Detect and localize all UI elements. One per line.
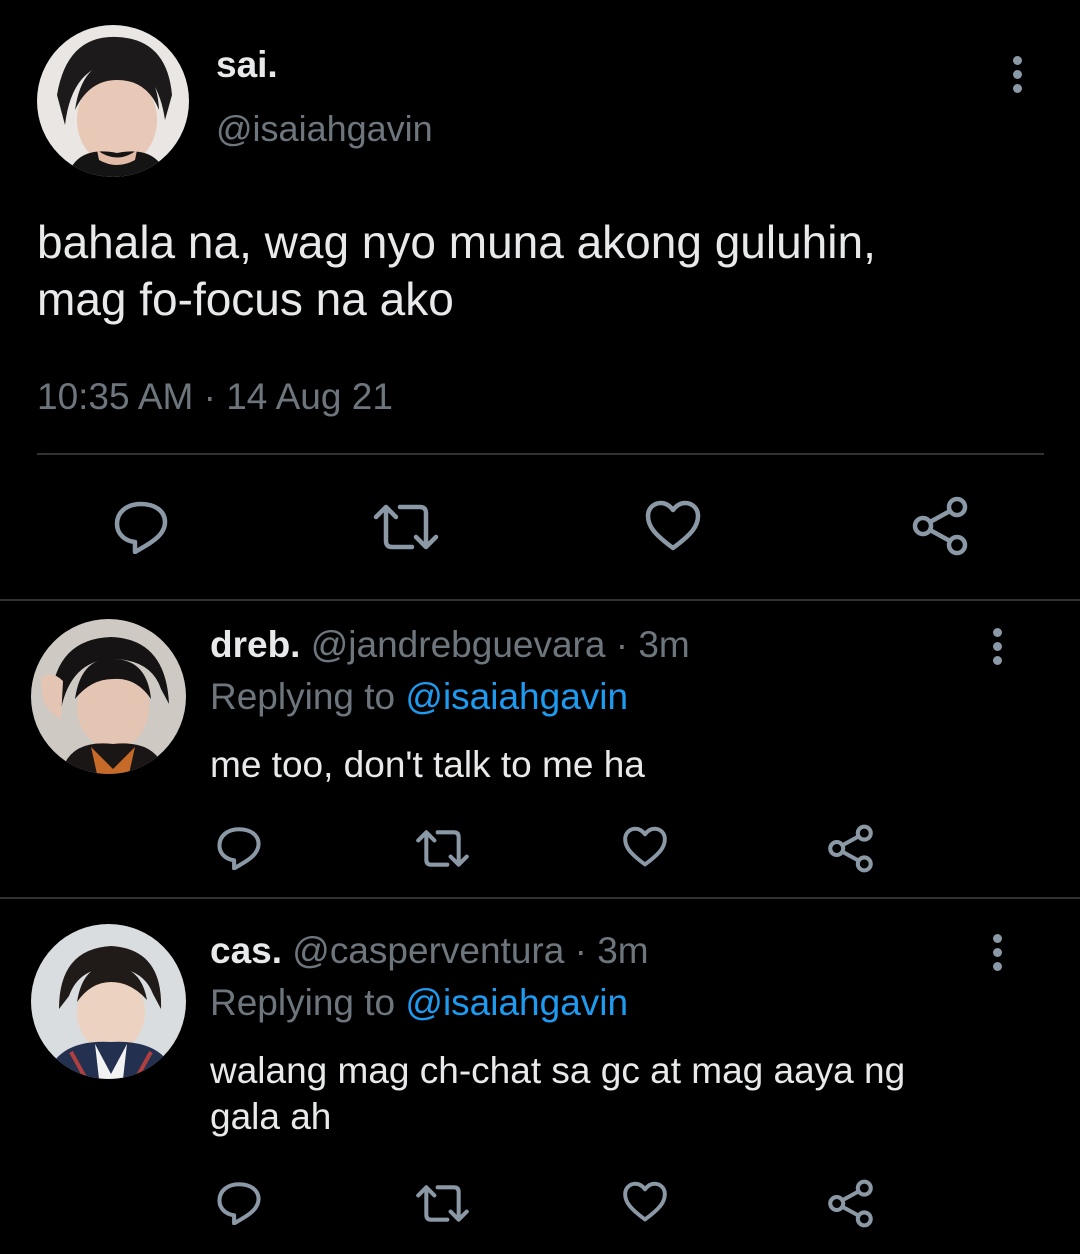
heart-icon[interactable] [622, 1181, 668, 1223]
share-icon[interactable] [911, 496, 969, 556]
reply-header: cas. @casperventura · 3m [210, 930, 649, 972]
tweet-date: 14 Aug 21 [226, 376, 393, 417]
author-handle[interactable]: @jandrebguevara [311, 624, 606, 665]
author-name[interactable]: dreb. [210, 624, 300, 665]
more-vertical-icon[interactable] [991, 628, 1003, 670]
separator: · [203, 376, 216, 417]
avatar[interactable] [37, 25, 189, 177]
replying-to-handle[interactable]: @isaiahgavin [405, 982, 628, 1023]
retweet-icon[interactable] [415, 1184, 470, 1223]
replying-to-label: Replying to [210, 676, 396, 717]
heart-icon[interactable] [644, 500, 702, 552]
author-handle[interactable]: @isaiahgavin [216, 108, 433, 150]
separator: · [615, 624, 629, 665]
separator: · [574, 930, 587, 971]
reply-icon[interactable] [216, 1181, 262, 1225]
retweet-icon[interactable] [415, 829, 470, 868]
more-vertical-icon[interactable] [991, 934, 1003, 976]
reply-text: me too, don't talk to me ha [210, 744, 645, 785]
reply-time: 3m [597, 930, 649, 971]
divider [0, 599, 1080, 601]
author-handle[interactable]: @casperventura [292, 930, 564, 971]
author-name[interactable]: sai. [216, 44, 278, 86]
tweet-text-line: mag fo-focus na ako [37, 273, 454, 325]
reply-time: 3m [638, 624, 690, 665]
more-vertical-icon[interactable] [1011, 56, 1023, 98]
reply-icon[interactable] [216, 826, 262, 870]
heart-icon[interactable] [622, 826, 668, 868]
divider [37, 453, 1044, 455]
tweet-timestamp: 10:35 AM · 14 Aug 21 [37, 376, 393, 418]
author-name[interactable]: cas. [210, 930, 282, 971]
reply-icon[interactable] [113, 500, 169, 554]
reply-header: dreb. @jandrebguevara · 3m [210, 624, 690, 666]
replying-to: Replying to @isaiahgavin [210, 982, 628, 1024]
tweet-text-line: bahala na, wag nyo muna akong guluhin, [37, 216, 876, 268]
avatar[interactable] [31, 924, 186, 1079]
retweet-icon[interactable] [372, 503, 440, 551]
share-icon[interactable] [827, 824, 874, 873]
replying-to: Replying to @isaiahgavin [210, 676, 628, 718]
tweet-text: bahala na, wag nyo muna akong guluhin, m… [37, 214, 876, 328]
share-icon[interactable] [827, 1179, 874, 1228]
replying-to-label: Replying to [210, 982, 396, 1023]
tweet-time: 10:35 AM [37, 376, 194, 417]
reply-text: walang mag ch-chat sa gc at mag aaya ng … [210, 1048, 905, 1140]
reply-text-line: walang mag ch-chat sa gc at mag aaya ng [210, 1050, 906, 1091]
divider [0, 897, 1080, 899]
reply-text-line: gala ah [210, 1096, 332, 1137]
replying-to-handle[interactable]: @isaiahgavin [405, 676, 628, 717]
avatar[interactable] [31, 619, 186, 774]
